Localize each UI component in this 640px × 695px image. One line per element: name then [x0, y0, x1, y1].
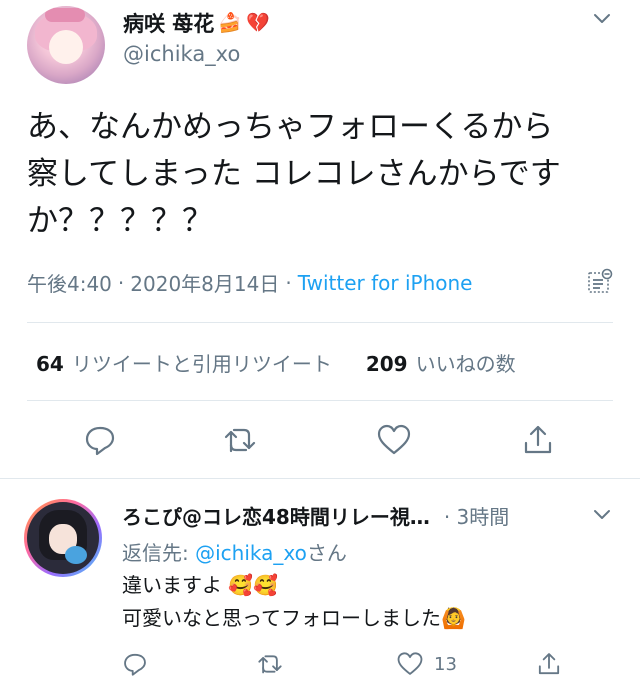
divider	[27, 400, 613, 401]
share-button[interactable]	[536, 649, 562, 679]
reply-text-line: 違いますよ 🥰🥰	[122, 569, 466, 602]
reply-actions: 13	[0, 649, 640, 679]
tweet-text-line: あ、なんかめっちゃフォローくるから	[27, 109, 554, 145]
tweet-meta: 午後4:40 · 2020年8月14日 · Twitter for iPhone	[27, 268, 472, 297]
heart-icon	[397, 652, 423, 675]
heart-icon	[377, 424, 411, 455]
reply-button[interactable]	[122, 649, 148, 679]
gesture-ok-emoji: 🙆	[441, 606, 466, 630]
replying-to: 返信先: @ichika_xoさん	[122, 537, 347, 566]
reply-avatar-image	[27, 502, 99, 574]
cake-emoji: 🍰	[218, 11, 242, 34]
broken-heart-emoji: 💔	[245, 11, 270, 34]
chevron-down-icon[interactable]	[592, 508, 612, 522]
tweet-date[interactable]: 2020年8月14日	[130, 268, 279, 297]
retweet-icon	[224, 428, 256, 453]
retweet-icon	[258, 655, 282, 674]
reply-tweet[interactable]: ろこぴ@コレ恋48時間リレー視… · 3時間 返信先: @ichika_xoさん…	[0, 479, 640, 695]
tweet-time[interactable]: 午後4:40	[27, 268, 112, 297]
tweet-actions	[0, 420, 640, 464]
tweet-text-line: か？？？？？	[27, 203, 213, 239]
avatar-bow	[45, 8, 85, 22]
like-button[interactable]: 13	[396, 649, 457, 679]
tweet-text-line: 察してしまった コレコレさんからです	[27, 156, 561, 192]
reply-icon	[85, 426, 115, 456]
reply-text-segment: 可愛いなと思ってフォローしました	[122, 606, 441, 630]
smiling-hearts-emoji: 🥰🥰	[228, 573, 279, 597]
avatar-toy	[65, 546, 87, 564]
share-icon	[538, 653, 560, 675]
retweets-label[interactable]: リツイートと引用リツイート	[72, 348, 332, 377]
reply-display-name[interactable]: ろこぴ@コレ恋48時間リレー視…	[122, 501, 430, 530]
meta-dot: ·	[285, 270, 292, 295]
author-handle[interactable]: @ichika_xo	[123, 42, 240, 66]
reply-to-prefix: 返信先:	[122, 541, 196, 565]
reply-button[interactable]	[80, 420, 120, 460]
author-display-name[interactable]: 病咲 苺花	[123, 8, 214, 38]
retweets-count[interactable]: 64	[36, 352, 64, 376]
meta-dot: ·	[117, 270, 125, 295]
reply-text-segment: 違いますよ	[122, 573, 222, 597]
reply-to-suffix: さん	[306, 541, 347, 565]
main-tweet: 病咲 苺花 🍰 💔 @ichika_xo あ、なんかめっちゃフォローくるから 察…	[0, 0, 640, 478]
reply-text: 違いますよ 🥰🥰 可愛いなと思ってフォローしました🙆	[122, 569, 466, 635]
like-count: 13	[434, 653, 457, 675]
tweet-source[interactable]: Twitter for iPhone	[298, 271, 473, 295]
retweet-button[interactable]	[256, 649, 284, 679]
author-name-row[interactable]: 病咲 苺花 🍰 💔	[123, 8, 270, 38]
divider	[27, 322, 613, 323]
reply-to-mention[interactable]: @ichika_xo	[195, 541, 307, 565]
reply-name-row: ろこぴ@コレ恋48時間リレー視… · 3時間	[122, 501, 509, 530]
tweet-text: あ、なんかめっちゃフォローくるから 察してしまった コレコレさんからです か？？…	[27, 104, 617, 245]
author-avatar[interactable]	[27, 6, 105, 84]
like-button[interactable]	[374, 420, 414, 460]
share-button[interactable]	[518, 420, 558, 460]
reply-icon	[124, 653, 146, 676]
reply-time[interactable]: · 3時間	[444, 501, 509, 530]
tweet-stats: 64 リツイートと引用リツイート 209 いいねの数	[36, 348, 516, 377]
reply-text-line: 可愛いなと思ってフォローしました🙆	[122, 602, 466, 635]
chevron-down-icon[interactable]	[592, 12, 612, 26]
likes-label[interactable]: いいねの数	[416, 348, 516, 377]
retweet-button[interactable]	[220, 420, 260, 460]
share-icon	[524, 425, 552, 454]
likes-count[interactable]: 209	[366, 352, 408, 376]
analytics-icon[interactable]	[586, 268, 614, 296]
avatar-face	[49, 30, 83, 64]
reply-avatar[interactable]	[24, 499, 102, 577]
